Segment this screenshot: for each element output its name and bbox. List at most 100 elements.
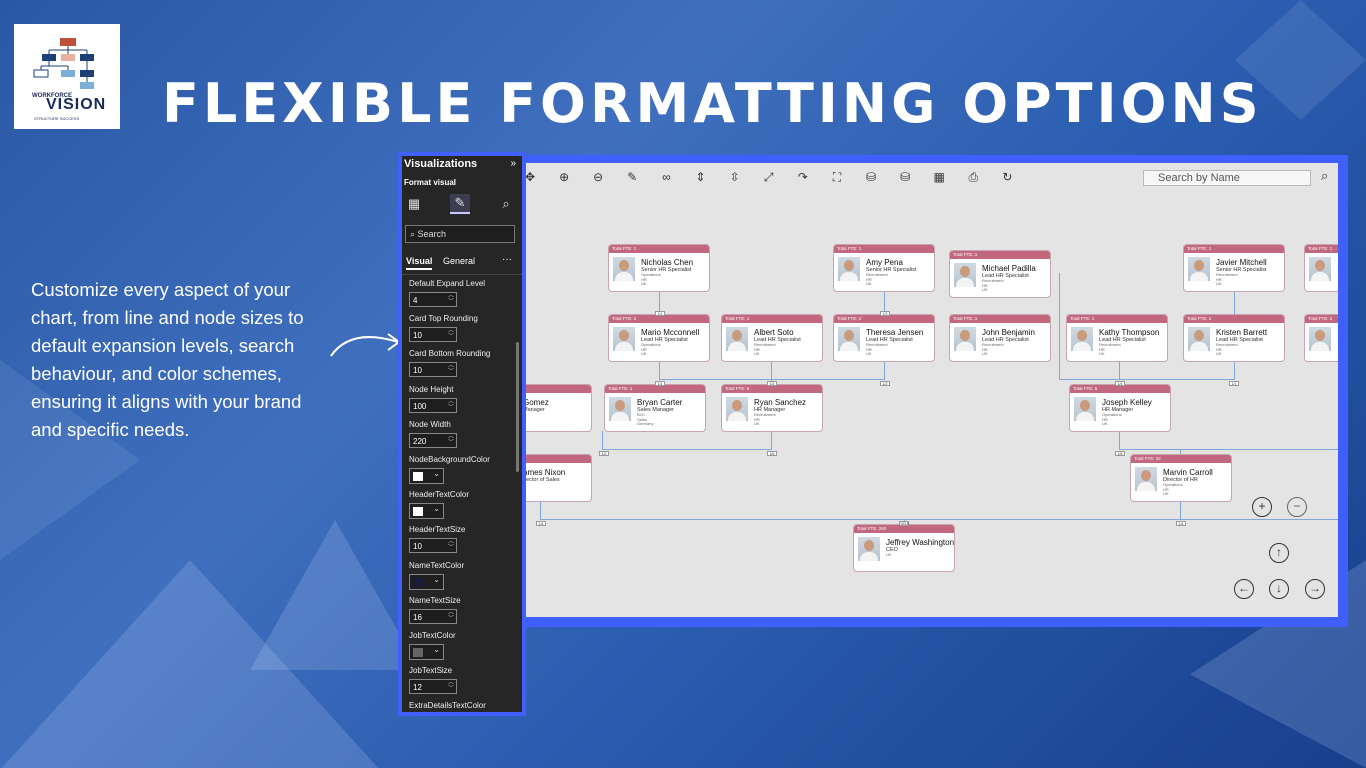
org-node-card[interactable]: Total FTE: 6 Joseph Kelley HR Manager Opera… (1069, 384, 1171, 432)
number-input[interactable]: 10 ︿ ﹀ (409, 538, 457, 554)
format-visual-icon[interactable]: ✎ (450, 194, 470, 214)
more-options-icon[interactable]: ··· (502, 254, 512, 265)
compress-vertical-icon[interactable]: ⇳ (727, 169, 743, 185)
expand-badge[interactable]: 1/4 (1115, 381, 1125, 386)
fit-screen-icon[interactable]: ⤢ (761, 169, 777, 185)
expand-badge[interactable]: 1/2 (880, 381, 890, 386)
pan-left-button[interactable]: ← (1234, 579, 1254, 599)
node-extra-details: B2C Sales Germany (637, 412, 653, 427)
database-icon[interactable]: ⛁ (863, 169, 879, 185)
zoom-out-icon[interactable]: ⊖ (590, 169, 606, 185)
print-icon[interactable]: ⎙ (965, 169, 981, 185)
color-picker[interactable]: ⌄ (409, 573, 444, 590)
org-node-card[interactable]: Total FTE: 1 Michael Padilla Lead HR Speci… (949, 250, 1051, 298)
tab-visual[interactable]: Visual (406, 256, 433, 270)
setting-default-expand-level: Default Expand Level 4 ︿ ﹀ (409, 279, 513, 307)
expand-badge[interactable]: 1/2 (767, 381, 777, 386)
pan-right-button[interactable]: → (1305, 579, 1325, 599)
refresh-icon[interactable]: ↻ (999, 169, 1015, 185)
org-node-card[interactable]: Total FTE: 1 Amy Pena Senior HR Specialist… (833, 244, 935, 292)
org-node-card[interactable]: Total FTE: 260 Jeffrey Washington CEO UK (853, 524, 955, 572)
org-node-card[interactable]: Total FTE: 1 Nicholas Chen Senior HR Speci… (608, 244, 710, 292)
expand-badge[interactable]: 1/1 (655, 381, 665, 386)
setting-nametextsize: NameTextSize 16 ︿ ﹀ (409, 596, 513, 624)
search-icon[interactable]: ⌕ (1321, 168, 1328, 184)
expand-badge[interactable]: 1/6 (1115, 451, 1125, 456)
analytics-icon[interactable]: ⌕ (496, 194, 516, 214)
pan-down-button[interactable]: ↓ (1269, 579, 1289, 599)
avatar (1309, 257, 1331, 281)
spinner-icon[interactable]: ︿ ﹀ (448, 539, 454, 551)
org-node-card[interactable]: Total FTE: 22 Marvin Carroll Director of H… (1130, 454, 1232, 502)
expand-badge[interactable]: 1/6 (767, 451, 777, 456)
setting-label: NameTextSize (409, 595, 461, 605)
number-input[interactable]: 100 ︿ ﹀ (409, 397, 457, 413)
name-search-input[interactable]: Search by Name (1143, 170, 1311, 186)
org-node-card[interactable]: GomezManager (526, 384, 592, 432)
org-node-card[interactable]: Total FTE: 2 (1304, 314, 1338, 362)
org-node-card[interactable]: ames Nixon irector of Sales (526, 454, 592, 502)
org-node-card[interactable]: Total FTE: 6 Ryan Sanchez HR Manager Recrui… (721, 384, 823, 432)
number-input[interactable]: 10 ︿ ﹀ (409, 362, 457, 378)
avatar (838, 257, 860, 281)
expand-badge[interactable]: 15/15 (899, 521, 909, 526)
org-node-card[interactable]: Total FTE: 1 Bryan Carter Sales Manager B2C… (604, 384, 706, 432)
logo-tagline: STRUCTURE SUCCESS (34, 116, 80, 121)
zoom-in-icon[interactable]: ⊕ (556, 169, 572, 185)
org-node-card[interactable]: Total FTE: 1 John Benjamin Lead HR Special… (949, 314, 1051, 362)
org-node-card[interactable]: Total FTE: 1 Kathy Thompson Lead HR Specia… (1066, 314, 1168, 362)
setting-nodebackgroundcolor: NodeBackgroundColor ⌄ (409, 455, 513, 484)
expand-vertical-icon[interactable]: ⇕ (693, 169, 709, 185)
zoom-in-button[interactable]: + (1252, 497, 1272, 517)
setting-label: NameTextColor (409, 560, 465, 570)
color-picker[interactable]: ⌄ (409, 644, 444, 660)
build-visual-icon[interactable]: ▦ (404, 194, 424, 214)
connector-line (1234, 292, 1235, 314)
connector-line (1234, 361, 1235, 379)
number-input[interactable]: 10 ︿ ﹀ (409, 327, 457, 343)
spinner-icon[interactable]: ︿ ﹀ (448, 434, 454, 446)
expand-badge[interactable]: 1/4 (536, 521, 546, 526)
expand-badge[interactable]: 1/1 (655, 311, 665, 316)
link-icon[interactable]: ∞ (658, 169, 674, 185)
redo-icon[interactable]: ↷ (795, 169, 811, 185)
node-name: Mario Mcconnell (641, 328, 700, 337)
color-picker[interactable]: ⌄ (409, 468, 444, 484)
spinner-icon[interactable]: ︿ ﹀ (448, 328, 454, 340)
number-input[interactable]: 12 ︿ ﹀ (409, 679, 457, 695)
spinner-icon[interactable]: ︿ ﹀ (448, 680, 454, 692)
pane-search-input[interactable]: ⌕ Search (405, 225, 515, 243)
spinner-icon[interactable]: ︿ ﹀ (448, 363, 454, 375)
pan-up-button[interactable]: ↑ (1269, 543, 1289, 563)
pen-icon[interactable]: ✎ (624, 169, 640, 185)
zoom-out-button[interactable]: − (1287, 497, 1307, 517)
org-node-card[interactable]: Total FTE: 2 Kristen Barrett Lead HR Speci… (1183, 314, 1285, 362)
database-alt-icon[interactable]: ⛁ (897, 169, 913, 185)
move-icon[interactable]: ✥ (526, 169, 538, 185)
avatar (1071, 327, 1093, 351)
org-node-card[interactable]: Total FTE: 2 Mario Mcconnell Lead HR Speci… (608, 314, 710, 362)
org-node-card[interactable]: Total FTE: 1 Albert Soto Lead HR Specialis… (721, 314, 823, 362)
table-icon[interactable]: ▦ (931, 169, 947, 185)
org-node-card[interactable]: Total FTE: 1 Javier Mitchell Senior HR Spe… (1183, 244, 1285, 292)
expand-badge[interactable]: 1/1 (1229, 381, 1239, 386)
org-node-card[interactable]: Total FTE: 2 Theresa Jensen Lead HR Specia… (833, 314, 935, 362)
org-node-card[interactable]: Total FTE: 1 (1304, 244, 1338, 292)
connector-line (1119, 431, 1120, 449)
number-input[interactable]: 220 ︿ ﹀ (409, 432, 457, 448)
setting-label: Node Height (409, 384, 454, 394)
spinner-icon[interactable]: ︿ ﹀ (448, 610, 454, 622)
color-picker[interactable]: ⌄ (409, 503, 444, 520)
number-input[interactable]: 4 ︿ ﹀ (409, 292, 457, 307)
expand-badge[interactable]: 1/4 (1176, 521, 1186, 526)
expand-badge[interactable]: 1/2 (599, 451, 609, 456)
pane-scrollbar[interactable] (516, 342, 519, 472)
collapse-icon[interactable]: » (510, 158, 516, 169)
spinner-icon[interactable]: ︿ ﹀ (448, 293, 454, 305)
expand-badge[interactable]: 1/1 (880, 311, 890, 316)
fullscreen-icon[interactable]: ⛶ (829, 169, 845, 185)
node-header: Total FTE: 1 (605, 385, 705, 393)
tab-general[interactable]: General (443, 256, 475, 266)
spinner-icon[interactable]: ︿ ﹀ (448, 399, 454, 411)
number-input[interactable]: 16 ︿ ﹀ (409, 608, 457, 624)
